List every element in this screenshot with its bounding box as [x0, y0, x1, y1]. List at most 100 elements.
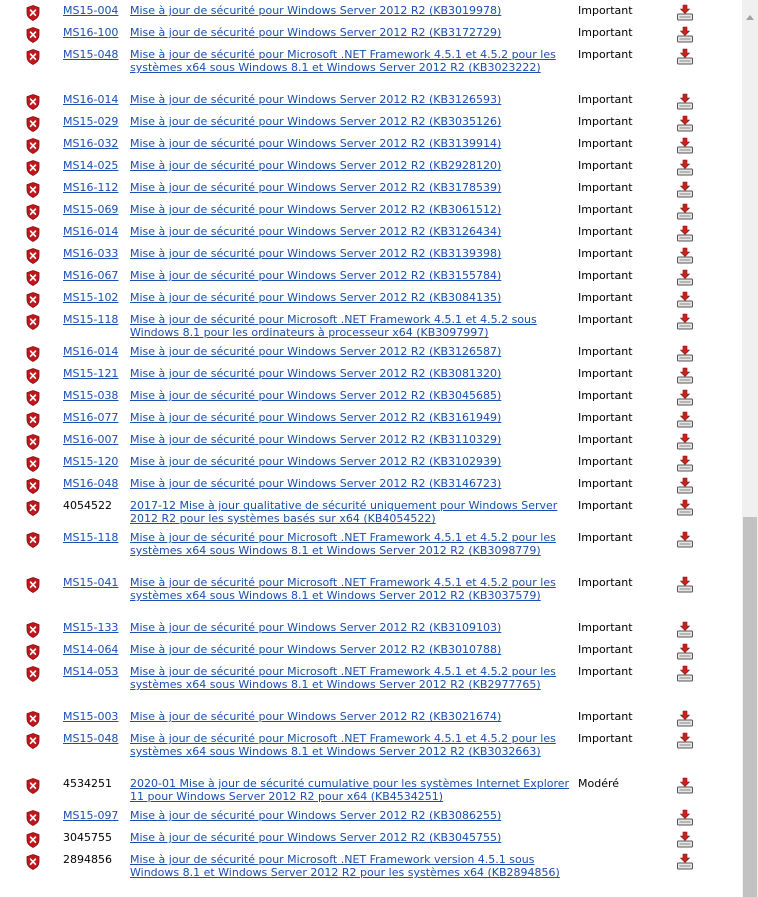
update-title-link[interactable]: Mise à jour de sécurité pour Windows Ser…	[130, 477, 570, 490]
update-title-link[interactable]: Mise à jour de sécurité pour Windows Ser…	[130, 4, 570, 17]
update-title-link[interactable]: Mise à jour de sécurité pour Windows Ser…	[130, 203, 570, 216]
download-icon[interactable]	[676, 48, 694, 66]
update-title-link[interactable]: Mise à jour de sécurité pour Windows Ser…	[130, 247, 570, 260]
download-icon[interactable]	[676, 291, 694, 309]
bulletin-link[interactable]: MS15-048	[63, 48, 118, 61]
update-title-link[interactable]: Mise à jour de sécurité pour Windows Ser…	[130, 367, 570, 380]
bulletin-link[interactable]: MS16-014	[63, 225, 118, 238]
update-title-link[interactable]: Mise à jour de sécurité pour Windows Ser…	[130, 26, 570, 39]
update-title-link[interactable]: Mise à jour de sécurité pour Microsoft .…	[130, 576, 570, 602]
download-icon[interactable]	[676, 389, 694, 407]
download-icon[interactable]	[676, 367, 694, 385]
download-icon[interactable]	[676, 411, 694, 429]
bulletin-link[interactable]: MS14-025	[63, 159, 118, 172]
bulletin-link[interactable]: MS15-118	[63, 531, 118, 544]
download-icon[interactable]	[676, 269, 694, 287]
download-icon[interactable]	[676, 477, 694, 495]
download-icon[interactable]	[676, 643, 694, 661]
download-icon[interactable]	[676, 247, 694, 265]
download-icon[interactable]	[676, 576, 694, 594]
download-icon[interactable]	[676, 203, 694, 221]
update-title-link[interactable]: Mise à jour de sécurité pour Microsoft .…	[130, 853, 570, 879]
update-title-link[interactable]: Mise à jour de sécurité pour Windows Ser…	[130, 643, 570, 656]
update-title-link[interactable]: Mise à jour de sécurité pour Windows Ser…	[130, 809, 570, 822]
update-title-link[interactable]: Mise à jour de sécurité pour Microsoft .…	[130, 313, 570, 339]
bulletin-link[interactable]: MS15-004	[63, 4, 118, 17]
bulletin-link[interactable]: MS16-032	[63, 137, 118, 150]
download-icon[interactable]	[676, 4, 694, 22]
download-icon[interactable]	[676, 181, 694, 199]
update-title-link[interactable]: Mise à jour de sécurité pour Windows Ser…	[130, 621, 570, 634]
bulletin-link[interactable]: MS16-100	[63, 26, 118, 39]
download-icon[interactable]	[676, 777, 694, 795]
download-icon[interactable]	[676, 853, 694, 871]
download-icon[interactable]	[676, 710, 694, 728]
bulletin-link[interactable]: MS16-007	[63, 433, 118, 446]
update-title-link[interactable]: Mise à jour de sécurité pour Windows Ser…	[130, 433, 570, 446]
bulletin-link[interactable]: MS16-014	[63, 345, 118, 358]
update-title-link[interactable]: Mise à jour de sécurité pour Windows Ser…	[130, 389, 570, 402]
update-title-link[interactable]: Mise à jour de sécurité pour Windows Ser…	[130, 159, 570, 172]
download-icon[interactable]	[676, 137, 694, 155]
download-icon[interactable]	[676, 732, 694, 750]
download-icon[interactable]	[676, 531, 694, 549]
update-title-link[interactable]: Mise à jour de sécurité pour Microsoft .…	[130, 531, 570, 557]
download-icon[interactable]	[676, 159, 694, 177]
update-title-link[interactable]: Mise à jour de sécurité pour Windows Ser…	[130, 115, 570, 128]
bulletin-link[interactable]: MS14-064	[63, 643, 118, 656]
severity-label: Important	[578, 26, 633, 39]
download-icon[interactable]	[676, 831, 694, 849]
update-title-link[interactable]: Mise à jour de sécurité pour Microsoft .…	[130, 665, 570, 691]
bulletin-link[interactable]: MS16-112	[63, 181, 118, 194]
bulletin-link[interactable]: MS15-069	[63, 203, 118, 216]
download-icon[interactable]	[676, 115, 694, 133]
download-icon[interactable]	[676, 225, 694, 243]
update-title-link[interactable]: 2017-12 Mise à jour qualitative de sécur…	[130, 499, 570, 525]
download-icon[interactable]	[676, 26, 694, 44]
bulletin-link[interactable]: MS15-003	[63, 710, 118, 723]
update-title-link[interactable]: Mise à jour de sécurité pour Windows Ser…	[130, 455, 570, 468]
bulletin-link[interactable]: MS15-133	[63, 621, 118, 634]
download-icon[interactable]	[676, 433, 694, 451]
update-title-link[interactable]: Mise à jour de sécurité pour Windows Ser…	[130, 831, 570, 844]
update-title-link[interactable]: Mise à jour de sécurité pour Windows Ser…	[130, 710, 570, 723]
update-title-link[interactable]: Mise à jour de sécurité pour Windows Ser…	[130, 137, 570, 150]
download-icon[interactable]	[676, 313, 694, 331]
severity-label: Important	[578, 313, 633, 326]
download-icon[interactable]	[676, 621, 694, 639]
bulletin-link[interactable]: MS14-053	[63, 665, 118, 678]
scroll-thumb[interactable]	[743, 517, 757, 897]
bulletin-link[interactable]: MS15-121	[63, 367, 118, 380]
update-title-link[interactable]: 2020-01 Mise à jour de sécurité cumulati…	[130, 777, 570, 803]
bulletin-link[interactable]: MS16-033	[63, 247, 118, 260]
update-title-link[interactable]: Mise à jour de sécurité pour Windows Ser…	[130, 181, 570, 194]
bulletin-link[interactable]: MS15-029	[63, 115, 118, 128]
bulletin-link[interactable]: MS15-048	[63, 732, 118, 745]
bulletin-link[interactable]: MS16-067	[63, 269, 118, 282]
update-title-link[interactable]: Mise à jour de sécurité pour Windows Ser…	[130, 225, 570, 238]
download-icon[interactable]	[676, 665, 694, 683]
download-icon[interactable]	[676, 809, 694, 827]
bulletin-link[interactable]: MS15-041	[63, 576, 118, 589]
download-icon[interactable]	[676, 499, 694, 517]
bulletin-link[interactable]: MS15-120	[63, 455, 118, 468]
bulletin-link[interactable]: MS16-048	[63, 477, 118, 490]
update-title-link[interactable]: Mise à jour de sécurité pour Windows Ser…	[130, 269, 570, 282]
download-icon[interactable]	[676, 455, 694, 473]
bulletin-link[interactable]: MS16-077	[63, 411, 118, 424]
update-title-link[interactable]: Mise à jour de sécurité pour Windows Ser…	[130, 93, 570, 106]
download-icon[interactable]	[676, 345, 694, 363]
bulletin-link[interactable]: MS15-118	[63, 313, 118, 326]
vertical-scrollbar[interactable]	[742, 0, 758, 897]
scroll-up-button[interactable]	[742, 0, 758, 36]
download-icon[interactable]	[676, 93, 694, 111]
update-title-link[interactable]: Mise à jour de sécurité pour Microsoft .…	[130, 48, 570, 74]
bulletin-link[interactable]: MS16-014	[63, 93, 118, 106]
update-title-link[interactable]: Mise à jour de sécurité pour Windows Ser…	[130, 411, 570, 424]
update-title-link[interactable]: Mise à jour de sécurité pour Windows Ser…	[130, 345, 570, 358]
update-title-link[interactable]: Mise à jour de sécurité pour Windows Ser…	[130, 291, 570, 304]
bulletin-link[interactable]: MS15-097	[63, 809, 118, 822]
update-title-link[interactable]: Mise à jour de sécurité pour Microsoft .…	[130, 732, 570, 758]
bulletin-link[interactable]: MS15-038	[63, 389, 118, 402]
bulletin-link[interactable]: MS15-102	[63, 291, 118, 304]
